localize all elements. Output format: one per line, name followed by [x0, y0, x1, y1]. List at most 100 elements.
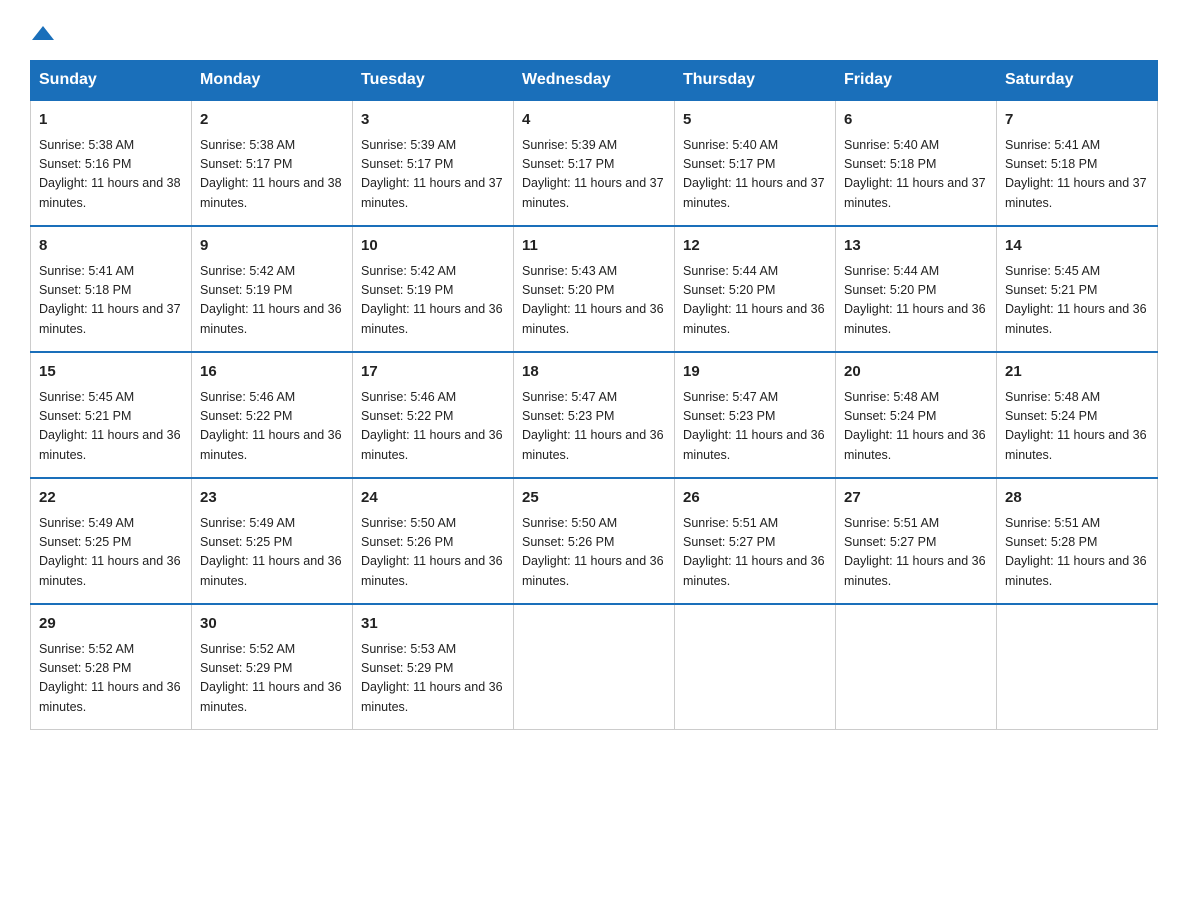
day-info: Sunrise: 5:51 AMSunset: 5:27 PMDaylight:… [683, 514, 827, 592]
day-info: Sunrise: 5:49 AMSunset: 5:25 PMDaylight:… [200, 514, 344, 592]
day-info: Sunrise: 5:45 AMSunset: 5:21 PMDaylight:… [1005, 262, 1149, 340]
days-header-row: Sunday Monday Tuesday Wednesday Thursday… [31, 61, 1158, 101]
day-number: 17 [361, 361, 505, 384]
week-row-4: 22 Sunrise: 5:49 AMSunset: 5:25 PMDaylig… [31, 478, 1158, 604]
calendar-table: Sunday Monday Tuesday Wednesday Thursday… [30, 60, 1158, 730]
day-number: 27 [844, 487, 988, 510]
header-sunday: Sunday [31, 61, 192, 101]
day-number: 13 [844, 235, 988, 258]
day-number: 2 [200, 109, 344, 132]
day-number: 19 [683, 361, 827, 384]
calendar-cell [997, 604, 1158, 730]
header-tuesday: Tuesday [353, 61, 514, 101]
day-number: 18 [522, 361, 666, 384]
logo-arrow-icon [32, 22, 54, 44]
calendar-cell: 18 Sunrise: 5:47 AMSunset: 5:23 PMDaylig… [514, 352, 675, 478]
day-number: 6 [844, 109, 988, 132]
day-info: Sunrise: 5:42 AMSunset: 5:19 PMDaylight:… [200, 262, 344, 340]
day-info: Sunrise: 5:51 AMSunset: 5:27 PMDaylight:… [844, 514, 988, 592]
day-number: 24 [361, 487, 505, 510]
calendar-cell: 23 Sunrise: 5:49 AMSunset: 5:25 PMDaylig… [192, 478, 353, 604]
calendar-cell: 24 Sunrise: 5:50 AMSunset: 5:26 PMDaylig… [353, 478, 514, 604]
calendar-cell: 20 Sunrise: 5:48 AMSunset: 5:24 PMDaylig… [836, 352, 997, 478]
calendar-cell [675, 604, 836, 730]
calendar-cell: 31 Sunrise: 5:53 AMSunset: 5:29 PMDaylig… [353, 604, 514, 730]
day-info: Sunrise: 5:44 AMSunset: 5:20 PMDaylight:… [683, 262, 827, 340]
day-number: 9 [200, 235, 344, 258]
day-number: 14 [1005, 235, 1149, 258]
day-info: Sunrise: 5:40 AMSunset: 5:17 PMDaylight:… [683, 136, 827, 214]
calendar-cell [836, 604, 997, 730]
day-info: Sunrise: 5:41 AMSunset: 5:18 PMDaylight:… [1005, 136, 1149, 214]
day-info: Sunrise: 5:47 AMSunset: 5:23 PMDaylight:… [683, 388, 827, 466]
calendar-cell: 21 Sunrise: 5:48 AMSunset: 5:24 PMDaylig… [997, 352, 1158, 478]
calendar-cell: 10 Sunrise: 5:42 AMSunset: 5:19 PMDaylig… [353, 226, 514, 352]
calendar-cell: 5 Sunrise: 5:40 AMSunset: 5:17 PMDayligh… [675, 100, 836, 226]
day-number: 29 [39, 613, 183, 636]
day-number: 28 [1005, 487, 1149, 510]
day-info: Sunrise: 5:48 AMSunset: 5:24 PMDaylight:… [1005, 388, 1149, 466]
day-info: Sunrise: 5:50 AMSunset: 5:26 PMDaylight:… [522, 514, 666, 592]
calendar-cell: 22 Sunrise: 5:49 AMSunset: 5:25 PMDaylig… [31, 478, 192, 604]
day-info: Sunrise: 5:43 AMSunset: 5:20 PMDaylight:… [522, 262, 666, 340]
week-row-3: 15 Sunrise: 5:45 AMSunset: 5:21 PMDaylig… [31, 352, 1158, 478]
header-wednesday: Wednesday [514, 61, 675, 101]
calendar-cell: 4 Sunrise: 5:39 AMSunset: 5:17 PMDayligh… [514, 100, 675, 226]
day-number: 16 [200, 361, 344, 384]
calendar-cell: 13 Sunrise: 5:44 AMSunset: 5:20 PMDaylig… [836, 226, 997, 352]
day-info: Sunrise: 5:51 AMSunset: 5:28 PMDaylight:… [1005, 514, 1149, 592]
day-number: 15 [39, 361, 183, 384]
calendar-cell: 28 Sunrise: 5:51 AMSunset: 5:28 PMDaylig… [997, 478, 1158, 604]
day-number: 20 [844, 361, 988, 384]
day-number: 12 [683, 235, 827, 258]
week-row-5: 29 Sunrise: 5:52 AMSunset: 5:28 PMDaylig… [31, 604, 1158, 730]
page-header [30, 20, 1158, 40]
calendar-cell: 30 Sunrise: 5:52 AMSunset: 5:29 PMDaylig… [192, 604, 353, 730]
header-monday: Monday [192, 61, 353, 101]
day-info: Sunrise: 5:45 AMSunset: 5:21 PMDaylight:… [39, 388, 183, 466]
day-number: 5 [683, 109, 827, 132]
day-info: Sunrise: 5:52 AMSunset: 5:29 PMDaylight:… [200, 640, 344, 718]
day-info: Sunrise: 5:47 AMSunset: 5:23 PMDaylight:… [522, 388, 666, 466]
calendar-cell: 16 Sunrise: 5:46 AMSunset: 5:22 PMDaylig… [192, 352, 353, 478]
calendar-cell: 2 Sunrise: 5:38 AMSunset: 5:17 PMDayligh… [192, 100, 353, 226]
calendar-cell [514, 604, 675, 730]
day-number: 26 [683, 487, 827, 510]
header-thursday: Thursday [675, 61, 836, 101]
day-info: Sunrise: 5:38 AMSunset: 5:17 PMDaylight:… [200, 136, 344, 214]
day-info: Sunrise: 5:38 AMSunset: 5:16 PMDaylight:… [39, 136, 183, 214]
calendar-cell: 12 Sunrise: 5:44 AMSunset: 5:20 PMDaylig… [675, 226, 836, 352]
logo-area [30, 20, 54, 40]
day-number: 21 [1005, 361, 1149, 384]
calendar-cell: 9 Sunrise: 5:42 AMSunset: 5:19 PMDayligh… [192, 226, 353, 352]
day-info: Sunrise: 5:44 AMSunset: 5:20 PMDaylight:… [844, 262, 988, 340]
day-number: 10 [361, 235, 505, 258]
day-number: 3 [361, 109, 505, 132]
day-info: Sunrise: 5:52 AMSunset: 5:28 PMDaylight:… [39, 640, 183, 718]
day-number: 22 [39, 487, 183, 510]
calendar-cell: 26 Sunrise: 5:51 AMSunset: 5:27 PMDaylig… [675, 478, 836, 604]
calendar-cell: 17 Sunrise: 5:46 AMSunset: 5:22 PMDaylig… [353, 352, 514, 478]
week-row-2: 8 Sunrise: 5:41 AMSunset: 5:18 PMDayligh… [31, 226, 1158, 352]
calendar-cell: 8 Sunrise: 5:41 AMSunset: 5:18 PMDayligh… [31, 226, 192, 352]
day-info: Sunrise: 5:39 AMSunset: 5:17 PMDaylight:… [522, 136, 666, 214]
header-friday: Friday [836, 61, 997, 101]
day-info: Sunrise: 5:48 AMSunset: 5:24 PMDaylight:… [844, 388, 988, 466]
day-info: Sunrise: 5:46 AMSunset: 5:22 PMDaylight:… [361, 388, 505, 466]
day-info: Sunrise: 5:41 AMSunset: 5:18 PMDaylight:… [39, 262, 183, 340]
calendar-cell: 3 Sunrise: 5:39 AMSunset: 5:17 PMDayligh… [353, 100, 514, 226]
day-number: 30 [200, 613, 344, 636]
calendar-cell: 14 Sunrise: 5:45 AMSunset: 5:21 PMDaylig… [997, 226, 1158, 352]
day-info: Sunrise: 5:49 AMSunset: 5:25 PMDaylight:… [39, 514, 183, 592]
day-number: 1 [39, 109, 183, 132]
day-number: 7 [1005, 109, 1149, 132]
week-row-1: 1 Sunrise: 5:38 AMSunset: 5:16 PMDayligh… [31, 100, 1158, 226]
day-number: 25 [522, 487, 666, 510]
day-number: 8 [39, 235, 183, 258]
day-info: Sunrise: 5:50 AMSunset: 5:26 PMDaylight:… [361, 514, 505, 592]
calendar-cell: 11 Sunrise: 5:43 AMSunset: 5:20 PMDaylig… [514, 226, 675, 352]
day-number: 23 [200, 487, 344, 510]
day-info: Sunrise: 5:46 AMSunset: 5:22 PMDaylight:… [200, 388, 344, 466]
calendar-cell: 29 Sunrise: 5:52 AMSunset: 5:28 PMDaylig… [31, 604, 192, 730]
logo [30, 20, 54, 44]
